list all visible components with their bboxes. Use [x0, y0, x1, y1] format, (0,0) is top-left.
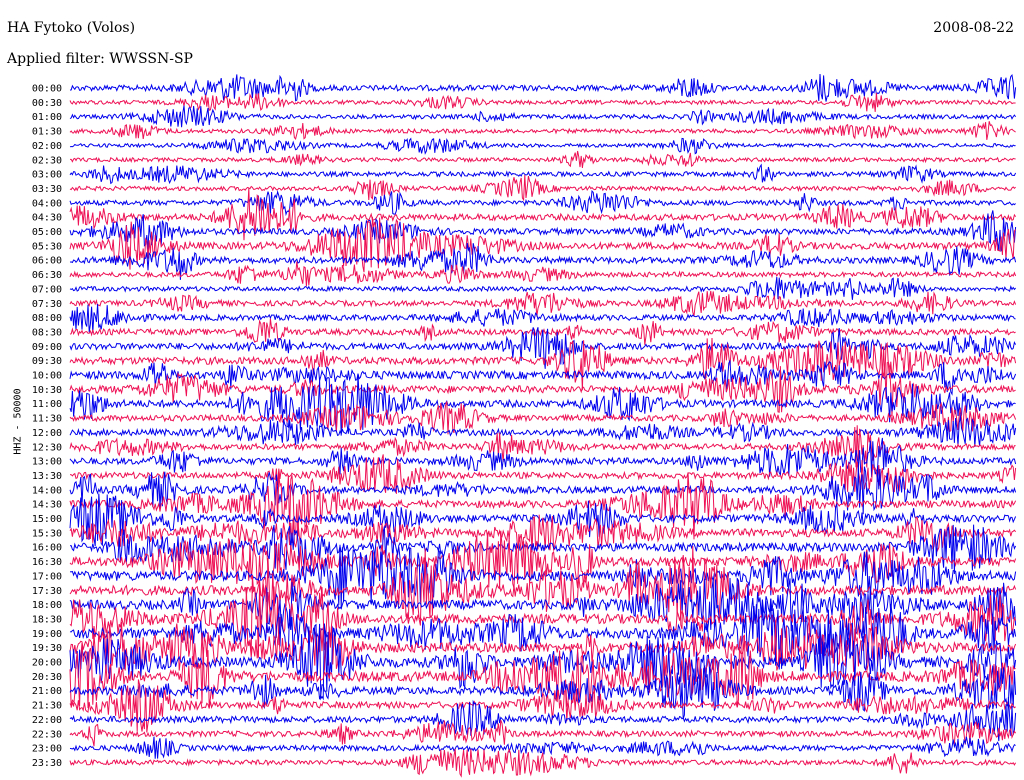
- row-time-label: 00:30: [32, 98, 62, 109]
- row-time-label: 12:00: [32, 428, 62, 439]
- row-time-label: 02:00: [32, 141, 62, 152]
- row-time-label: 08:00: [32, 313, 62, 324]
- row-time-label: 03:30: [32, 184, 62, 195]
- row-time-label: 11:30: [32, 414, 62, 425]
- row-time-label: 22:00: [32, 715, 62, 726]
- seismic-trace-row: [69, 92, 1016, 112]
- seismic-trace-row: [69, 216, 1016, 273]
- row-time-label: 08:30: [32, 327, 62, 338]
- row-time-label: 17:00: [32, 571, 62, 582]
- row-time-label: 07:30: [32, 299, 62, 310]
- seismic-trace-row: [69, 121, 1016, 140]
- row-time-label: 22:30: [32, 729, 62, 740]
- seismic-trace-row: [69, 174, 1016, 202]
- row-time-label: 16:00: [32, 543, 62, 554]
- row-time-label: 17:30: [32, 586, 62, 597]
- seismic-trace-row: [69, 188, 1017, 241]
- row-time-label: 09:30: [32, 356, 62, 367]
- seismic-trace-row: [69, 303, 1016, 333]
- seismic-trace-row: [69, 416, 1017, 447]
- row-time-label: 05:30: [32, 241, 62, 252]
- seismic-trace-row: [69, 105, 1017, 128]
- row-time-label: 00:00: [32, 84, 62, 95]
- seismic-trace-row: [69, 261, 1017, 287]
- row-time-label: 02:30: [32, 155, 62, 166]
- row-time-label: 06:30: [32, 270, 62, 281]
- row-time-label: 15:00: [32, 514, 62, 525]
- row-time-label: 19:30: [32, 643, 62, 654]
- row-time-label: 20:00: [32, 658, 62, 669]
- helicorder-plot: 00:00 00:30 01:00 01:30 02:00 02:30 03:00 03:30…: [32, 73, 1017, 778]
- seismic-trace-row: [69, 437, 1017, 478]
- row-time-label: 21:30: [32, 701, 62, 712]
- seismic-trace-row: [69, 189, 1016, 217]
- seismic-trace-row: [69, 163, 1017, 185]
- seismic-trace-row: [69, 720, 1017, 747]
- row-time-label: 18:30: [32, 614, 62, 625]
- row-time-label: 21:00: [32, 686, 62, 697]
- row-time-label: 10:30: [32, 385, 62, 396]
- row-time-label: 01:00: [32, 112, 62, 123]
- time-tick-labels: 00:00 00:30 01:00 01:30 02:00 02:30 03:00 03:30…: [32, 84, 62, 769]
- row-time-label: 04:30: [32, 213, 62, 224]
- row-time-label: 23:00: [32, 744, 62, 755]
- row-time-label: 18:00: [32, 600, 62, 611]
- row-time-label: 14:00: [32, 485, 62, 496]
- seismic-trace-row: [69, 748, 1017, 778]
- row-time-label: 14:30: [32, 500, 62, 511]
- seismic-trace-row: [69, 73, 1017, 102]
- row-time-label: 01:30: [32, 127, 62, 138]
- seismic-trace-row: [69, 290, 1017, 317]
- seismic-trace-row: [69, 276, 1016, 300]
- row-time-label: 03:00: [32, 170, 62, 181]
- seismic-trace-row: [69, 361, 1016, 417]
- row-time-label: 13:30: [32, 471, 62, 482]
- seismic-traces: [69, 73, 1017, 778]
- row-time-label: 13:00: [32, 457, 62, 468]
- row-time-label: 06:00: [32, 256, 62, 267]
- row-time-label: 11:00: [32, 399, 62, 410]
- row-time-label: 19:00: [32, 629, 62, 640]
- row-time-label: 12:30: [32, 442, 62, 453]
- row-time-label: 15:30: [32, 528, 62, 539]
- seismic-trace-row: [70, 150, 1016, 168]
- row-time-label: 09:00: [32, 342, 62, 353]
- row-time-label: 10:00: [32, 371, 62, 382]
- row-time-label: 16:30: [32, 557, 62, 568]
- row-time-label: 04:00: [32, 198, 62, 209]
- row-time-label: 23:30: [32, 758, 62, 769]
- row-time-label: 20:30: [32, 672, 62, 683]
- row-time-label: 07:00: [32, 284, 62, 295]
- seismic-trace-row: [69, 137, 1016, 155]
- row-time-label: 05:00: [32, 227, 62, 238]
